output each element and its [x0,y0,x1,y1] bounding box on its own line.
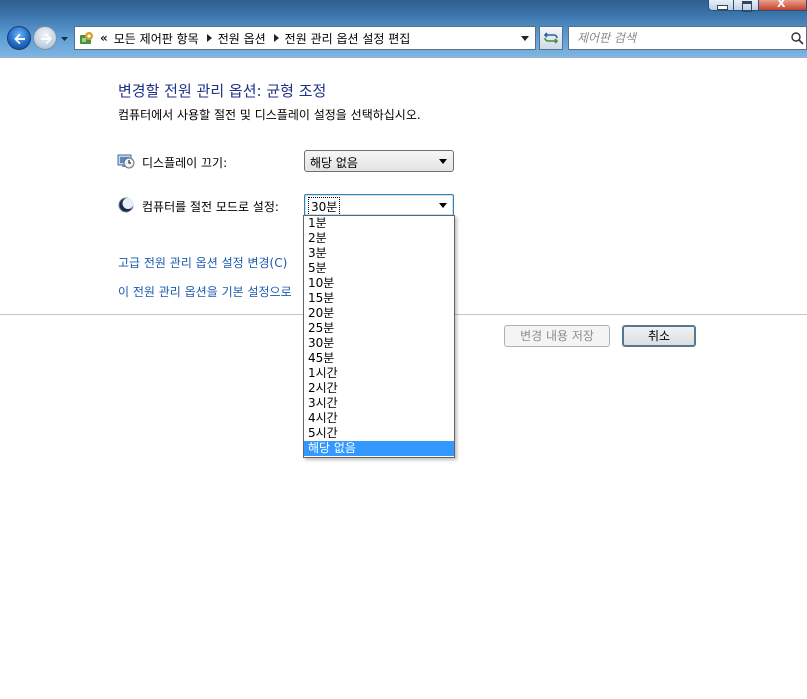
close-button[interactable] [759,0,807,11]
recent-pages-icon[interactable] [60,34,69,43]
search-input[interactable] [577,28,777,48]
sleep-option[interactable]: 5시간 [304,426,454,441]
sleep-option[interactable]: 1분 [304,216,454,231]
breadcrumb-edit-plan-settings[interactable]: 전원 관리 옵션 설정 편집 [285,30,411,47]
address-history-icon[interactable] [521,36,529,41]
sleep-option[interactable]: 4시간 [304,411,454,426]
sleep-option[interactable]: 15분 [304,291,454,306]
sleep-select[interactable]: 30분 [304,194,454,216]
sleep-option[interactable]: 45분 [304,351,454,366]
search-box[interactable] [568,26,807,50]
sleep-option[interactable]: 해당 없음 [304,441,454,456]
sleep-option[interactable]: 30분 [304,336,454,351]
arrow-left-icon [14,33,25,45]
breadcrumb-separator-icon[interactable] [206,34,212,42]
sleep-option[interactable]: 3분 [304,246,454,261]
sleep-option[interactable]: 20분 [304,306,454,321]
address-bar[interactable]: « 모든 제어판 항목 전원 옵션 전원 관리 옵션 설정 편집 [74,26,536,50]
sleep-option[interactable]: 10분 [304,276,454,291]
minimize-button[interactable] [708,0,734,11]
sleep-option[interactable]: 1시간 [304,366,454,381]
sleep-option[interactable]: 25분 [304,321,454,336]
display-off-label: 디스플레이 끄기: [142,156,228,170]
display-off-value: 해당 없음 [310,156,358,170]
breadcrumb-power-options[interactable]: 전원 옵션 [218,30,266,47]
sleep-option[interactable]: 5분 [304,261,454,276]
window-controls [708,0,807,12]
sleep-option[interactable]: 3시간 [304,396,454,411]
forward-button[interactable] [33,26,57,50]
save-button[interactable]: 변경 내용 저장 [504,325,610,347]
breadcrumb-separator-icon[interactable] [273,34,279,42]
sleep-label: 컴퓨터를 절전 모드로 설정: [142,200,279,214]
page-description: 컴퓨터에서 사용할 절전 및 디스플레이 설정을 선택하십시오. [118,108,421,122]
chevron-down-icon [439,159,447,164]
maximize-button[interactable] [734,0,759,12]
hidden-crumbs-icon[interactable]: « [100,31,108,45]
sleep-options-list[interactable]: 1분 2분 3분 5분 10분 15분 20분 25분 30분 45분 1시간 2시간 3시간 4시간 5시… [303,215,455,458]
arrow-right-icon [41,33,52,45]
refresh-icon [543,32,559,44]
breadcrumb-all-control-panel-items[interactable]: 모든 제어판 항목 [114,30,199,47]
chrome-separator [0,56,807,58]
chevron-down-icon [439,203,447,208]
sleep-value: 30분 [308,197,341,216]
search-icon[interactable] [790,31,804,45]
cancel-button[interactable]: 취소 [622,325,696,347]
page-title: 변경할 전원 관리 옵션: 균형 조정 [118,82,327,100]
sleep-option[interactable]: 2시간 [304,381,454,396]
back-button[interactable] [7,26,31,50]
sleep-moon-icon [118,197,134,213]
restore-defaults-link[interactable]: 이 전원 관리 옵션을 기본 설정으로 [118,283,292,300]
display-clock-icon [117,154,135,169]
refresh-button[interactable] [539,26,563,50]
sleep-option[interactable]: 2분 [304,231,454,246]
advanced-settings-link[interactable]: 고급 전원 관리 옵션 설정 변경(C) [118,254,287,271]
display-off-select[interactable]: 해당 없음 [304,150,454,172]
control-panel-icon [80,32,93,44]
